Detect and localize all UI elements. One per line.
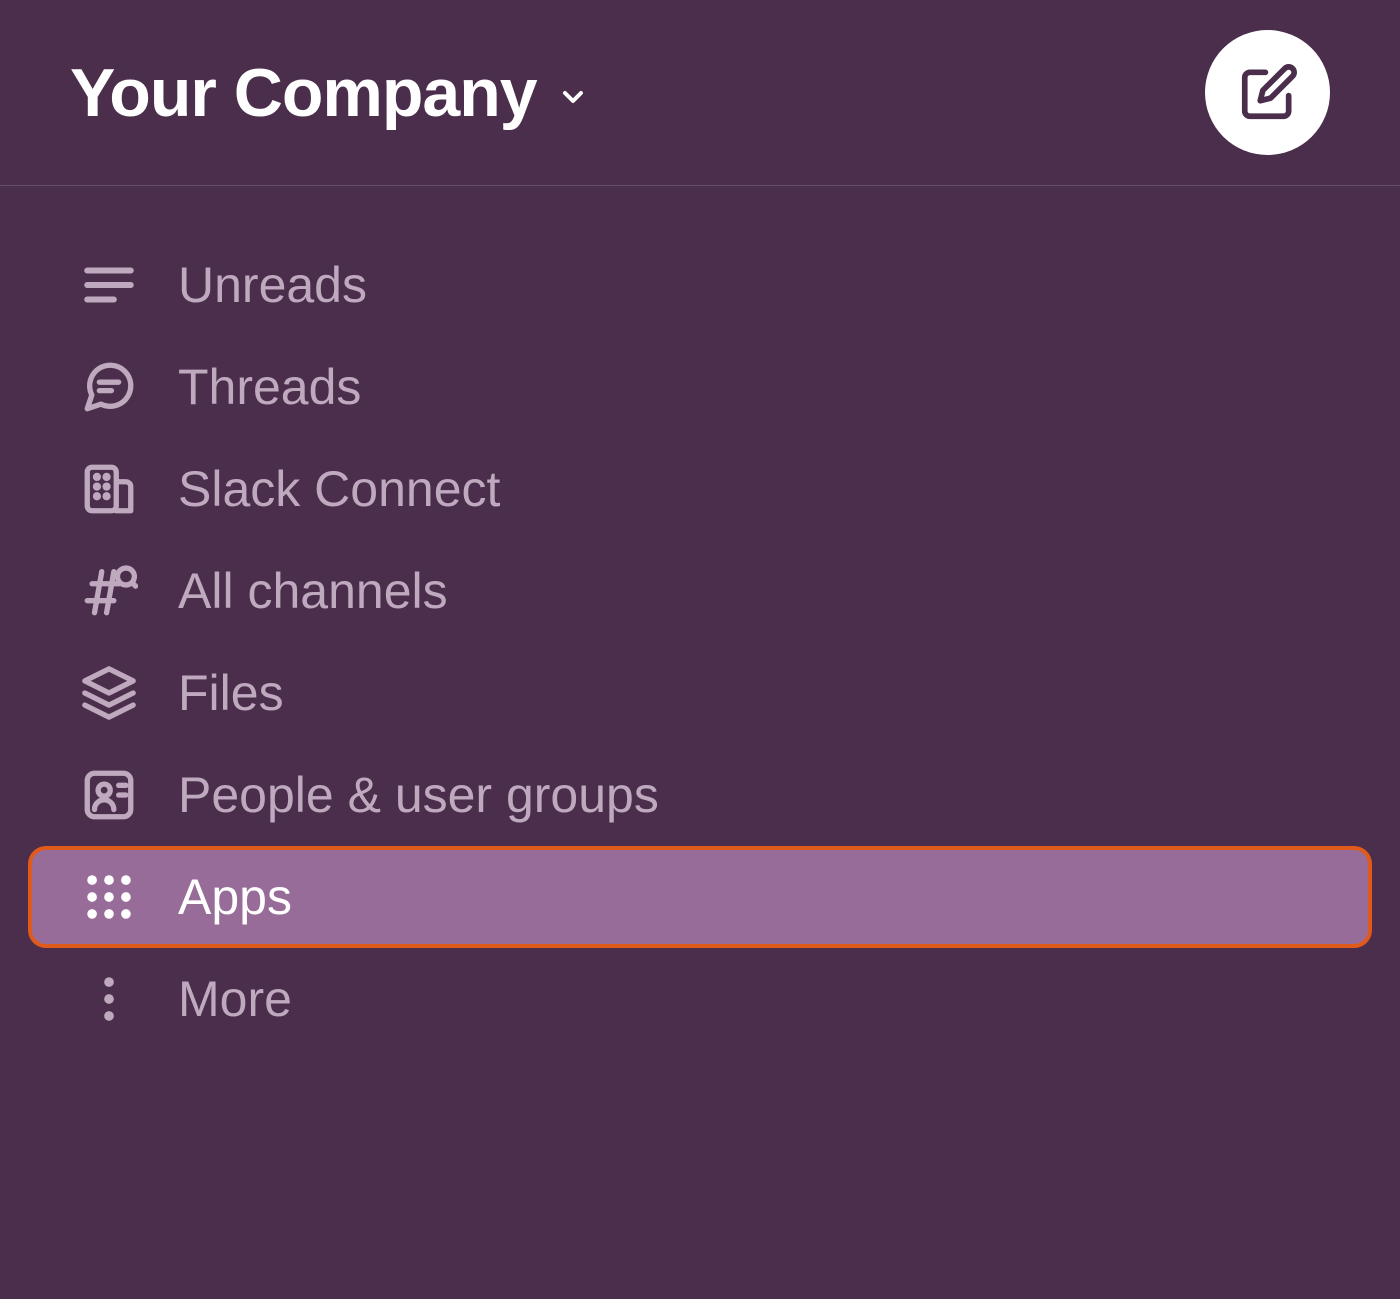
channels-icon bbox=[80, 562, 138, 620]
sidebar-item-label: Unreads bbox=[178, 256, 367, 314]
sidebar-item-apps[interactable]: Apps bbox=[30, 848, 1370, 946]
files-icon bbox=[80, 664, 138, 722]
sidebar-item-label: All channels bbox=[178, 562, 448, 620]
sidebar-item-threads[interactable]: Threads bbox=[30, 338, 1370, 436]
sidebar-item-all-channels[interactable]: All channels bbox=[30, 542, 1370, 640]
workspace-switcher[interactable]: Your Company bbox=[70, 54, 589, 132]
sidebar-item-files[interactable]: Files bbox=[30, 644, 1370, 742]
compose-icon bbox=[1237, 62, 1299, 124]
building-icon bbox=[80, 460, 138, 518]
unreads-icon bbox=[80, 256, 138, 314]
sidebar-item-label: Files bbox=[178, 664, 284, 722]
sidebar-item-people[interactable]: People & user groups bbox=[30, 746, 1370, 844]
sidebar-item-label: People & user groups bbox=[178, 766, 659, 824]
sidebar-item-label: Threads bbox=[178, 358, 361, 416]
sidebar-item-label: Slack Connect bbox=[178, 460, 500, 518]
sidebar-item-label: More bbox=[178, 970, 292, 1028]
sidebar-item-slack-connect[interactable]: Slack Connect bbox=[30, 440, 1370, 538]
sidebar-nav: Unreads Threads Slack Connect bbox=[0, 186, 1400, 1048]
more-icon bbox=[80, 970, 138, 1028]
compose-button[interactable] bbox=[1205, 30, 1330, 155]
people-icon bbox=[80, 766, 138, 824]
sidebar-item-unreads[interactable]: Unreads bbox=[30, 236, 1370, 334]
threads-icon bbox=[80, 358, 138, 416]
sidebar-header: Your Company bbox=[0, 0, 1400, 186]
sidebar-item-label: Apps bbox=[178, 868, 292, 926]
workspace-title: Your Company bbox=[70, 54, 537, 132]
chevron-down-icon bbox=[557, 81, 589, 113]
apps-icon bbox=[80, 868, 138, 926]
sidebar-item-more[interactable]: More bbox=[30, 950, 1370, 1048]
